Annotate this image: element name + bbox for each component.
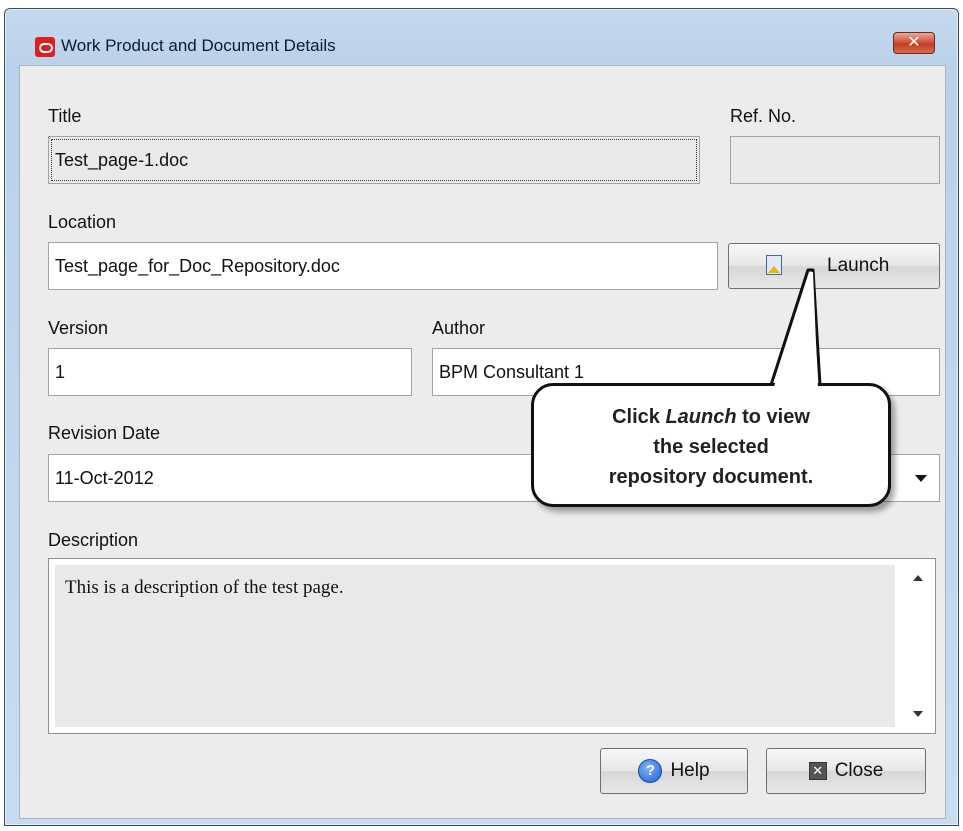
version-field[interactable]: 1 [48, 348, 412, 396]
ref-no-label: Ref. No. [730, 106, 797, 126]
window-close-button[interactable]: ✕ [893, 32, 935, 54]
help-icon: ? [638, 758, 663, 783]
window-title: Work Product and Document Details [61, 36, 336, 55]
oracle-logo-icon [35, 37, 55, 57]
launch-button-label: Launch [827, 255, 890, 276]
launch-icon [766, 255, 782, 275]
callout-line-2: the selected [653, 436, 769, 458]
launch-button[interactable]: Launch [728, 243, 940, 289]
description-label: Description [48, 530, 139, 550]
author-label: Author [432, 318, 486, 338]
callout-emphasis: Launch [665, 406, 737, 428]
location-field[interactable]: Test_page_for_Doc_Repository.doc [48, 242, 718, 290]
help-button-label: Help [670, 760, 710, 781]
title-label: Title [48, 106, 82, 126]
scroll-up-icon[interactable] [913, 575, 923, 581]
close-icon: ✕ [808, 761, 827, 780]
chevron-down-icon[interactable] [915, 475, 927, 482]
revision-date-value: 11-Oct-2012 [55, 468, 154, 488]
description-text[interactable]: This is a description of the test page. [55, 565, 895, 727]
description-textarea[interactable]: This is a description of the test page. [48, 558, 936, 734]
version-label: Version [48, 318, 109, 338]
location-label: Location [48, 212, 117, 232]
scroll-down-icon[interactable] [913, 711, 923, 717]
title-bar[interactable]: Work Product and Document Details ✕ [5, 9, 958, 57]
callout-line-3: repository document. [608, 466, 814, 488]
revision-date-label: Revision Date [48, 423, 161, 443]
ref-no-field[interactable] [730, 136, 940, 184]
description-scrollbar[interactable] [903, 561, 933, 731]
close-button[interactable]: ✕ Close [766, 748, 926, 794]
callout-line-1: Click Launch to view [612, 406, 810, 428]
close-button-label: Close [834, 760, 884, 781]
callout-tooltip: Click Launch to view the selected reposi… [531, 383, 891, 507]
help-button[interactable]: ? Help [600, 748, 748, 794]
title-field[interactable]: Test_page-1.doc [48, 136, 700, 184]
